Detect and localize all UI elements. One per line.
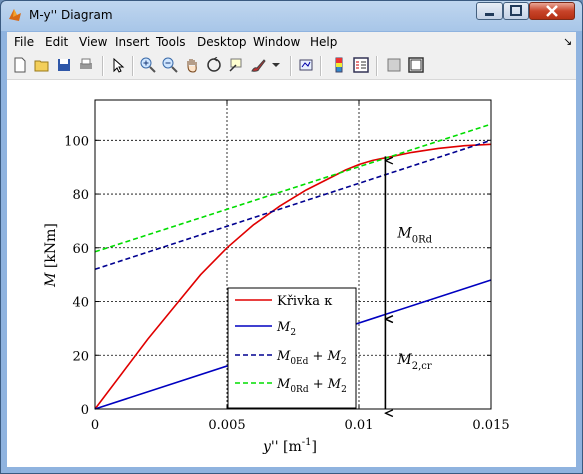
menu-view[interactable]: View bbox=[79, 35, 107, 49]
y-tick-label: 80 bbox=[72, 188, 89, 203]
y-axis-label: M [kNm] bbox=[43, 223, 59, 288]
plot-area[interactable]: M0RdM2,cr 0 0.005 0.01 0.015 020406080100 y… bbox=[7, 80, 576, 467]
minimize-button[interactable] bbox=[476, 2, 503, 20]
link-plot-icon[interactable] bbox=[298, 57, 314, 73]
maximize-button[interactable] bbox=[503, 2, 529, 20]
save-icon[interactable] bbox=[56, 57, 72, 73]
menu-tools[interactable]: Tools bbox=[156, 35, 186, 49]
zoom-out-icon[interactable] bbox=[162, 57, 178, 73]
close-button[interactable] bbox=[529, 2, 575, 20]
colorbar-icon[interactable] bbox=[331, 57, 347, 73]
x-tick-label: 0.015 bbox=[472, 418, 509, 433]
x-tick-labels: 0 0.005 0.01 0.015 bbox=[91, 418, 510, 433]
x-tick-label: 0.005 bbox=[208, 418, 245, 433]
x-tick-label: 0 bbox=[91, 418, 99, 433]
minimize-icon bbox=[485, 13, 494, 16]
rotate-3d-icon[interactable] bbox=[206, 57, 222, 73]
pan-hand-icon[interactable] bbox=[184, 57, 200, 73]
y-tick-label: 40 bbox=[72, 296, 89, 311]
y-tick-label: 0 bbox=[81, 403, 89, 418]
open-file-icon[interactable] bbox=[34, 57, 50, 73]
menu-edit[interactable]: Edit bbox=[45, 35, 68, 49]
menu-file[interactable]: File bbox=[14, 35, 34, 49]
menu-insert[interactable]: Insert bbox=[115, 35, 149, 49]
toolbar-separator bbox=[102, 56, 104, 76]
print-icon[interactable] bbox=[78, 57, 94, 73]
menu-desktop[interactable]: Desktop bbox=[197, 35, 247, 49]
hide-plot-tools-icon[interactable] bbox=[386, 57, 402, 73]
menu-help[interactable]: Help bbox=[310, 35, 337, 49]
toolbar-separator bbox=[376, 56, 378, 76]
title-bar[interactable]: M-y'' Diagram bbox=[1, 1, 582, 31]
figure-window: M-y'' Diagram File Edit View Insert Tool… bbox=[0, 0, 583, 474]
toolbar-separator bbox=[320, 56, 322, 76]
y-tick-labels: 0 20 40 60 80 100 bbox=[64, 134, 89, 418]
zoom-in-icon[interactable] bbox=[140, 57, 156, 73]
menu-dock-arrow-icon[interactable]: ↘ bbox=[563, 35, 572, 48]
y-tick-label: 60 bbox=[72, 242, 89, 257]
brush-icon[interactable] bbox=[250, 57, 266, 73]
menu-bar: File Edit View Insert Tools Desktop Wind… bbox=[7, 32, 576, 53]
window-title: M-y'' Diagram bbox=[29, 8, 113, 22]
legend[interactable]: Křivka κM2M0Ed + M2M0Rd + M2 bbox=[227, 287, 357, 409]
legend-label-0: Křivka κ bbox=[277, 294, 332, 309]
legend-icon[interactable] bbox=[353, 57, 369, 73]
y-tick-label: 20 bbox=[72, 349, 89, 364]
menu-window[interactable]: Window bbox=[253, 35, 300, 49]
select-arrow-icon[interactable] bbox=[110, 57, 126, 73]
close-icon bbox=[546, 5, 558, 17]
toolbar-separator bbox=[132, 56, 134, 76]
y-tick-label: 100 bbox=[64, 134, 89, 149]
x-tick-label: 0.01 bbox=[345, 418, 374, 433]
new-figure-icon[interactable] bbox=[12, 57, 28, 73]
maximize-icon bbox=[510, 5, 522, 16]
toolbar-separator bbox=[290, 56, 292, 76]
toolbar bbox=[7, 53, 576, 80]
data-cursor-icon[interactable] bbox=[228, 57, 244, 73]
matlab-logo-icon bbox=[9, 9, 21, 21]
x-axis-label: y'' [m-1] bbox=[262, 437, 317, 455]
figure-canvas[interactable]: M0Rd M2,cr 0 0.005 0.01 0.015 0 20 40 60 80 100 y… bbox=[7, 80, 576, 467]
show-plot-tools-icon[interactable] bbox=[408, 57, 424, 73]
brush-dropdown-icon[interactable] bbox=[268, 57, 284, 73]
